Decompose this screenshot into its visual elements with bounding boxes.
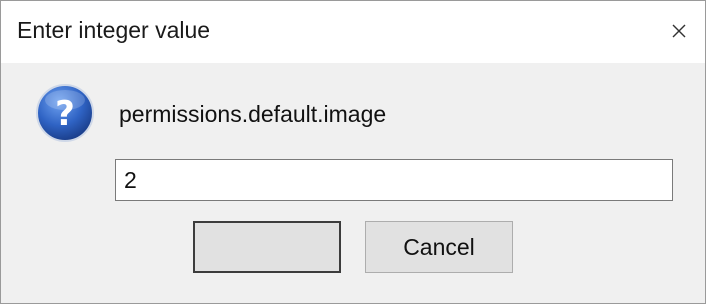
title-bar: Enter integer value (1, 1, 705, 63)
integer-value-dialog: Enter integer value ? permissions.defaul… (0, 0, 706, 304)
close-icon (672, 24, 686, 38)
dialog-title: Enter integer value (17, 17, 211, 43)
dialog-body: ? permissions.default.image Cancel (1, 63, 705, 303)
question-icon: ? (36, 84, 94, 142)
ok-button[interactable] (193, 221, 341, 273)
cancel-button[interactable]: Cancel (365, 221, 513, 273)
integer-value-input[interactable] (115, 159, 673, 201)
close-button[interactable] (659, 11, 699, 51)
prompt-label: permissions.default.image (119, 101, 387, 127)
svg-text:?: ? (55, 94, 75, 134)
